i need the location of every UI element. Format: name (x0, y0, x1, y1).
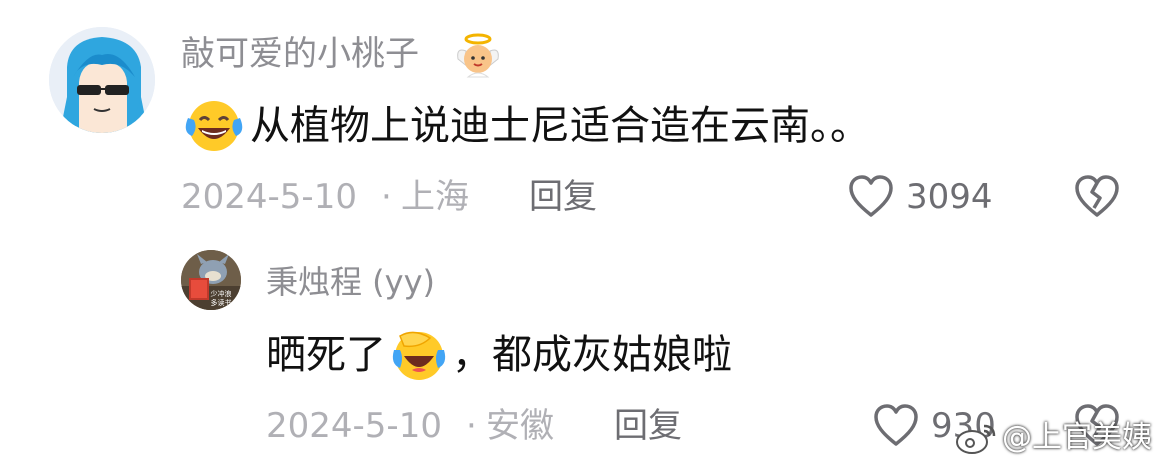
heart-icon[interactable] (847, 174, 895, 218)
comment-location: 上海 (401, 177, 469, 217)
dot-separator: · (381, 177, 392, 217)
username[interactable]: 敲可爱的小桃子 (181, 37, 419, 71)
reply-button[interactable]: 回复 (529, 180, 597, 214)
username[interactable]: 秉烛程 (yy) (266, 266, 435, 298)
reply-button[interactable]: 回复 (614, 409, 682, 443)
avatar[interactable] (49, 27, 155, 133)
avatar-illustration: 少冲浪 多读书 (181, 250, 241, 310)
comment-date: 2024-5-10 (181, 177, 357, 217)
svg-text:少冲浪: 少冲浪 (211, 289, 232, 298)
heart-icon[interactable] (872, 403, 920, 447)
tearful-laughing-emoji-icon (390, 326, 448, 384)
avatar-illustration (49, 27, 155, 133)
svg-text:多读书: 多读书 (211, 298, 232, 307)
laughing-tears-emoji-icon (184, 98, 244, 154)
watermark-text: @上官美姨 (1002, 420, 1152, 455)
weibo-logo-icon (954, 420, 998, 456)
comment-text: 从植物上说迪士尼适合造在云南。。 (250, 103, 870, 149)
avatar[interactable]: 少冲浪 多读书 (181, 250, 241, 310)
comment-location: 安徽 (486, 406, 554, 446)
comment-body: 晒死了 ，都成灰姑娘啦 (266, 326, 732, 384)
like-count: 3094 (906, 177, 993, 217)
comment-date: 2024-5-10 (266, 406, 442, 446)
dot-separator: · (466, 406, 477, 446)
watermark: @上官美姨 (954, 420, 1152, 460)
comment-body: 从植物上说迪士尼适合造在云南。。 (184, 98, 870, 154)
angel-baby-emoji-icon (454, 33, 502, 79)
dislike-broken-heart-icon[interactable] (1073, 174, 1121, 218)
comment-text: 晒死了 (266, 332, 386, 378)
comment-text-continued: ，都成灰姑娘啦 (452, 332, 732, 378)
